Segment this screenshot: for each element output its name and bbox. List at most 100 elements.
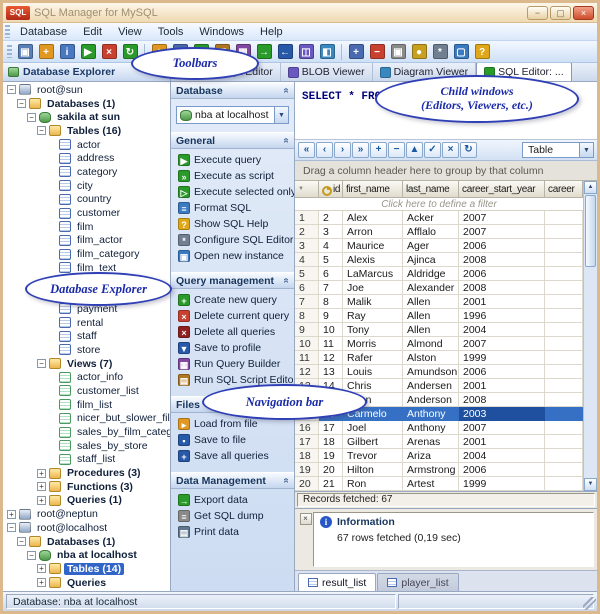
cell-career-start-year[interactable]: 2008 (459, 393, 545, 407)
nav-item-configure-sql-editor[interactable]: * Configure SQL Editor (171, 232, 294, 248)
cell-career[interactable] (545, 435, 583, 449)
tree-item-film-category[interactable]: film_category (3, 247, 170, 261)
tree-item-rental[interactable]: rental (3, 316, 170, 330)
cell-last-name[interactable]: Anderson (403, 393, 459, 407)
tree-item-root-sun[interactable]: − root@sun (3, 83, 170, 97)
cell-id[interactable]: 12 (319, 351, 343, 365)
table-row[interactable]: 2 3 Arron Afflalo 2007 (295, 225, 583, 239)
tree-item-customer-list[interactable]: customer_list (3, 384, 170, 398)
cell-last-name[interactable]: Ajinca (403, 253, 459, 267)
cell-row-number[interactable]: 4 (295, 253, 319, 267)
cell-last-name[interactable]: Armstrong (403, 463, 459, 477)
column-header-first-name[interactable]: first_name (343, 181, 403, 198)
column-header-id[interactable]: id (319, 181, 343, 198)
cell-id[interactable]: 13 (319, 365, 343, 379)
tree-item-customer[interactable]: customer (3, 206, 170, 220)
cell-first-name[interactable]: Hilton (343, 463, 403, 477)
tree-item-queries[interactable]: + Queries (3, 576, 170, 590)
tree-item-sakila-at-sun[interactable]: − sakila at sun (3, 110, 170, 124)
cell-id[interactable]: 6 (319, 267, 343, 281)
nav-section-header-general[interactable]: General » (171, 132, 294, 149)
collapse-icon[interactable]: − (7, 523, 16, 533)
tree-item-staff[interactable]: staff (3, 329, 170, 343)
collapse-icon[interactable]: − (17, 99, 26, 109)
table-row[interactable]: 16 17 Joel Anthony 2007 (295, 421, 583, 435)
collapse-icon[interactable]: − (17, 537, 26, 547)
cell-row-number[interactable]: 12 (295, 365, 319, 379)
create-table-button[interactable]: + (346, 42, 366, 61)
cell-career-start-year[interactable]: 2008 (459, 281, 545, 295)
expand-icon[interactable]: + (37, 564, 46, 574)
nav-item-save-to-profile[interactable]: ▼ Save to profile (171, 340, 294, 356)
nav-item-save-to-file[interactable]: ▪ Save to file (171, 432, 294, 448)
last-record-button[interactable]: » (352, 142, 369, 158)
cell-career-start-year[interactable]: 2001 (459, 295, 545, 309)
tree-item-actor-info[interactable]: actor_info (3, 370, 170, 384)
tree-item-nicer-but-slower-film-list[interactable]: nicer_but_slower_film_list (3, 412, 170, 426)
tree-item-queries-1[interactable]: + Queries (1) (3, 494, 170, 508)
collapse-icon[interactable]: − (37, 359, 46, 369)
cell-career[interactable] (545, 281, 583, 295)
query-tab-result-list[interactable]: result_list (298, 573, 377, 591)
cell-career[interactable] (545, 267, 583, 281)
cell-career-start-year[interactable]: 2004 (459, 449, 545, 463)
collapse-icon[interactable]: − (7, 85, 16, 95)
close-info-panel-button[interactable]: × (299, 513, 312, 525)
cell-career[interactable] (545, 337, 583, 351)
edit-record-button[interactable]: ▲ (406, 142, 423, 158)
cell-career[interactable] (545, 463, 583, 477)
cell-career[interactable] (545, 309, 583, 323)
nav-item-open-new-instance[interactable]: ▣ Open new instance (171, 248, 294, 264)
cell-row-number[interactable]: 9 (295, 323, 319, 337)
nav-item-execute-selected-only[interactable]: ▷ Execute selected only (171, 184, 294, 200)
cell-career-start-year[interactable]: 2004 (459, 323, 545, 337)
column-header-last-name[interactable]: last_name (403, 181, 459, 198)
cell-row-number[interactable]: 16 (295, 421, 319, 435)
cell-id[interactable]: 21 (319, 477, 343, 491)
tree-item-databases-1[interactable]: − Databases (1) (3, 97, 170, 111)
cell-career[interactable] (545, 351, 583, 365)
database-selector[interactable]: nba at localhost ▼ (176, 106, 289, 124)
cell-first-name[interactable]: Ray (343, 309, 403, 323)
cell-career-start-year[interactable]: 2001 (459, 435, 545, 449)
cell-last-name[interactable]: Anthony (403, 421, 459, 435)
diagram-viewer-button[interactable]: ◧ (317, 42, 337, 61)
nav-item-show-sql-help[interactable]: ? Show SQL Help (171, 216, 294, 232)
expand-icon[interactable]: + (37, 495, 46, 505)
column-header-row-indicator[interactable]: ▼ (295, 181, 319, 198)
cell-row-number[interactable]: 19 (295, 463, 319, 477)
column-header-career[interactable]: career (545, 181, 583, 198)
cell-id[interactable]: 10 (319, 323, 343, 337)
nav-item-run-query-builder[interactable]: ▦ Run Query Builder (171, 356, 294, 372)
cell-career-start-year[interactable]: 2006 (459, 267, 545, 281)
cell-row-number[interactable]: 18 (295, 449, 319, 463)
cell-id[interactable]: 3 (319, 225, 343, 239)
cell-career[interactable] (545, 253, 583, 267)
cell-career-start-year[interactable]: 2007 (459, 337, 545, 351)
resize-grip[interactable] (583, 597, 596, 610)
cell-career-start-year[interactable]: 2001 (459, 379, 545, 393)
dropdown-arrow-icon[interactable]: ▼ (274, 107, 288, 123)
dropdown-arrow-icon[interactable]: ▼ (579, 143, 593, 157)
cell-row-number[interactable]: 8 (295, 309, 319, 323)
preferences-button[interactable]: * (430, 42, 450, 61)
tree-item-tables-16[interactable]: − Tables (16) (3, 124, 170, 138)
cell-last-name[interactable]: Anthony (403, 407, 459, 421)
table-row[interactable]: 4 5 Alexis Ajinca 2008 (295, 253, 583, 267)
cell-first-name[interactable]: Gilbert (343, 435, 403, 449)
data-export-button[interactable]: → (254, 42, 274, 61)
cell-last-name[interactable]: Almond (403, 337, 459, 351)
cell-row-number[interactable]: 3 (295, 239, 319, 253)
nav-item-get-sql-dump[interactable]: ≡ Get SQL dump (171, 508, 294, 524)
grant-manager-button[interactable]: ● (409, 42, 429, 61)
tree-item-staff-list[interactable]: staff_list (3, 453, 170, 467)
nav-item-execute-query[interactable]: ▶ Execute query (171, 152, 294, 168)
nav-item-create-new-query[interactable]: + Create new query (171, 292, 294, 308)
nav-item-save-all-queries[interactable]: + Save all queries (171, 448, 294, 464)
cell-id[interactable]: 2 (319, 211, 343, 225)
cell-career-start-year[interactable]: 2006 (459, 463, 545, 477)
cell-career[interactable] (545, 393, 583, 407)
tree-item-procedures-3[interactable]: + Procedures (3) (3, 466, 170, 480)
tree-item-tables-14[interactable]: + Tables (14) (3, 562, 170, 576)
cell-id[interactable]: 17 (319, 421, 343, 435)
